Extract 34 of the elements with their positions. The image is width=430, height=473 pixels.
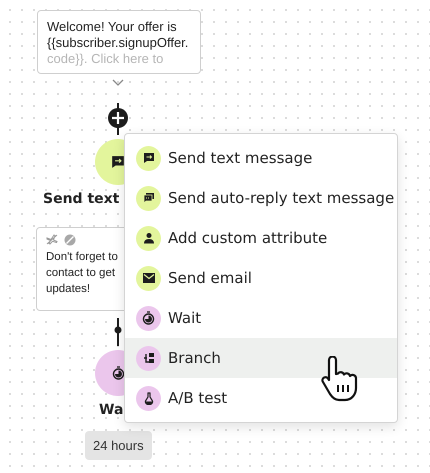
branch-icon: [142, 352, 154, 364]
menu-item-label: Send email: [168, 269, 252, 287]
note-text: Don't forget to contact to get updates!: [46, 250, 119, 297]
menu-item[interactable]: Wait: [125, 298, 397, 338]
menu-item[interactable]: Branch: [125, 338, 397, 378]
message-icon: [111, 155, 125, 169]
stopwatch-icon: [142, 311, 155, 325]
menu-item-label: Send auto-reply text message: [168, 189, 394, 207]
blocked-icon: [64, 234, 76, 246]
chat-icon: [142, 192, 154, 204]
step-title: Wa: [99, 402, 124, 418]
menu-item[interactable]: Add custom attribute: [125, 218, 397, 258]
stopwatch-icon: [112, 366, 124, 380]
menu-item-label: Add custom attribute: [168, 229, 328, 247]
message-icon: [142, 152, 154, 164]
chevron-icon: [112, 79, 124, 87]
menu-item[interactable]: Send text message: [125, 138, 397, 178]
menu-item-label: Branch: [168, 349, 221, 367]
plane-off-icon: [46, 234, 58, 245]
step-title: Send text: [43, 191, 120, 207]
add-step-button[interactable]: [108, 108, 128, 128]
message-card[interactable]: Welcome! Your offer is {{subscriber.signupOffer. code}}. Click here to: [37, 10, 201, 74]
connector-line: [114, 318, 122, 346]
person-icon: [142, 232, 154, 244]
menu-item[interactable]: Send email: [125, 258, 397, 298]
flask-icon: [144, 392, 154, 404]
envelope-icon: [142, 273, 154, 283]
menu-item-label: A/B test: [168, 389, 228, 407]
menu-item[interactable]: Send auto-reply text message: [125, 178, 397, 218]
menu-item-label: Send text message: [168, 149, 312, 167]
duration-chip: 24 hours: [85, 431, 152, 460]
menu-item-label: Wait: [168, 309, 202, 327]
message-text: Welcome! Your offer is {{subscriber.signupOffer. code}}. Click here to: [47, 19, 190, 67]
menu-item[interactable]: A/B test: [125, 378, 397, 418]
